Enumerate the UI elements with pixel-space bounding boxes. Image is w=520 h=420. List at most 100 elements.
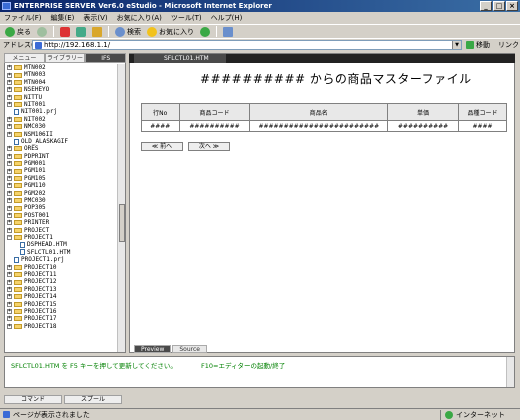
tree-item[interactable]: + POP305	[4, 204, 114, 211]
console-scrollbar[interactable]	[506, 357, 514, 387]
expand-icon[interactable]: +	[7, 227, 12, 233]
tree-item[interactable]: + PRINTER	[4, 219, 114, 226]
tree-item[interactable]: + PGM202	[4, 190, 114, 197]
refresh-button[interactable]	[74, 26, 88, 38]
expand-icon[interactable]: +	[7, 183, 12, 189]
prev-button[interactable]: ≪ 前へ	[141, 142, 183, 151]
expand-icon[interactable]: +	[7, 131, 12, 137]
expand-icon[interactable]: +	[7, 65, 12, 71]
tree-item[interactable]: + ORES	[4, 145, 114, 152]
search-button[interactable]: 検索	[113, 26, 143, 38]
tree-item[interactable]: OLD_ALASKAGIF	[4, 138, 114, 145]
expand-icon[interactable]: +	[7, 279, 12, 285]
expand-icon[interactable]: +	[7, 176, 12, 182]
expand-icon[interactable]: +	[7, 72, 12, 78]
tree-item[interactable]: PROJECT1.prj	[4, 256, 114, 263]
history-button[interactable]	[221, 26, 235, 38]
expand-icon[interactable]: +	[7, 94, 12, 100]
tree-item[interactable]: + PROJECT12	[4, 278, 114, 285]
tree-item[interactable]: − PROJECT1	[4, 234, 114, 241]
tree-item[interactable]: + PGM105	[4, 175, 114, 182]
tab-spool[interactable]: スプール	[64, 395, 122, 404]
expand-icon[interactable]: +	[7, 316, 12, 322]
expand-icon[interactable]: +	[7, 213, 12, 218]
expand-icon[interactable]: +	[7, 301, 12, 307]
expand-icon[interactable]: +	[7, 102, 12, 108]
tab-sflctl01[interactable]: SFLCTL01.HTM	[134, 54, 226, 63]
tree-item[interactable]: + PROJECT18	[4, 323, 114, 330]
tab-library[interactable]: ライブラリー	[44, 53, 86, 63]
expand-icon[interactable]: +	[7, 190, 12, 196]
close-button[interactable]: ×	[506, 1, 518, 11]
expand-icon[interactable]: +	[7, 168, 12, 174]
media-button[interactable]	[198, 26, 212, 38]
expand-icon[interactable]: +	[7, 205, 12, 211]
tree-item[interactable]: + PGM001	[4, 160, 114, 167]
expand-icon[interactable]: +	[7, 286, 12, 292]
tree-item[interactable]: + NIT001	[4, 101, 114, 108]
menu-view[interactable]: 表示(V)	[83, 12, 107, 24]
tree-item[interactable]: + PROJECT	[4, 227, 114, 234]
expand-icon[interactable]: +	[7, 116, 12, 122]
tree-item[interactable]: + PMC030	[4, 197, 114, 204]
go-button[interactable]: 移動	[466, 40, 490, 50]
tree-item[interactable]: DSPHEAD.HTM	[4, 241, 114, 248]
tree-item[interactable]: + NSEHEYO	[4, 86, 114, 93]
tree-item[interactable]: + PROJECT11	[4, 271, 114, 278]
tab-command[interactable]: コマンド	[4, 395, 62, 404]
tree-item[interactable]: + POST001	[4, 212, 114, 219]
tree-item[interactable]: + NIT002	[4, 116, 114, 123]
tree-item[interactable]: + NSM106II	[4, 131, 114, 138]
stop-button[interactable]	[58, 26, 72, 38]
forward-button[interactable]	[35, 26, 49, 38]
tree-item[interactable]: + PDPRINT	[4, 153, 114, 160]
menu-tools[interactable]: ツール(T)	[171, 12, 202, 24]
tree-item[interactable]: + PGM110	[4, 182, 114, 189]
expand-icon[interactable]: +	[7, 264, 12, 270]
expand-icon[interactable]: +	[7, 87, 12, 93]
tab-source[interactable]: Source	[172, 345, 207, 353]
minimize-button[interactable]: _	[480, 1, 492, 11]
tree-item[interactable]: SFLCTL01.HTM	[4, 249, 114, 256]
next-button[interactable]: 次へ ≫	[188, 142, 230, 151]
tree-item[interactable]: + MTN004	[4, 79, 114, 86]
expand-icon[interactable]: +	[7, 153, 12, 159]
scrollbar-thumb[interactable]	[119, 204, 125, 242]
expand-icon[interactable]: +	[7, 220, 12, 226]
links-button[interactable]: リンク	[498, 40, 519, 50]
expand-icon[interactable]: +	[7, 79, 12, 85]
favorites-button[interactable]: お気に入り	[145, 26, 196, 38]
address-input[interactable]: http://192.168.1.1/ ▼	[32, 40, 462, 50]
expand-icon[interactable]: +	[7, 323, 12, 329]
tree-scrollbar[interactable]	[117, 64, 125, 352]
tree-item[interactable]: + NITTU	[4, 94, 114, 101]
menu-file[interactable]: ファイル(F)	[4, 12, 42, 24]
tree-item[interactable]: NIT001.prj	[4, 108, 114, 115]
maximize-button[interactable]: □	[493, 1, 505, 11]
chevron-down-icon[interactable]: ▼	[452, 41, 461, 49]
tree-item[interactable]: + PROJECT13	[4, 286, 114, 293]
expand-icon[interactable]: +	[7, 272, 12, 278]
tree-item[interactable]: + PROJECT16	[4, 308, 114, 315]
back-button[interactable]: 戻る	[3, 26, 33, 38]
tab-menu[interactable]: メニュー	[4, 53, 45, 63]
tree-item[interactable]: + PGM101	[4, 167, 114, 174]
expand-icon[interactable]: +	[7, 198, 12, 204]
expand-icon[interactable]: +	[7, 146, 12, 152]
menu-edit[interactable]: 編集(E)	[51, 12, 75, 24]
expand-icon[interactable]: +	[7, 309, 12, 315]
home-button[interactable]	[90, 26, 104, 38]
collapse-icon[interactable]: −	[7, 235, 12, 241]
tab-ifs[interactable]: IFS	[85, 53, 127, 63]
tree-item[interactable]: + MTN002	[4, 64, 114, 71]
tree-item[interactable]: + PROJECT15	[4, 301, 114, 308]
expand-icon[interactable]: +	[7, 124, 12, 130]
expand-icon[interactable]: +	[7, 294, 12, 300]
tree-item[interactable]: + PROJECT17	[4, 315, 114, 322]
tab-preview[interactable]: Preview	[134, 345, 172, 353]
tree-item[interactable]: + NMC030	[4, 123, 114, 130]
expand-icon[interactable]: +	[7, 161, 12, 167]
tree-item[interactable]: + MTN003	[4, 71, 114, 78]
tree-item[interactable]: + PROJECT14	[4, 293, 114, 300]
menu-favorites[interactable]: お気に入り(A)	[117, 12, 162, 24]
